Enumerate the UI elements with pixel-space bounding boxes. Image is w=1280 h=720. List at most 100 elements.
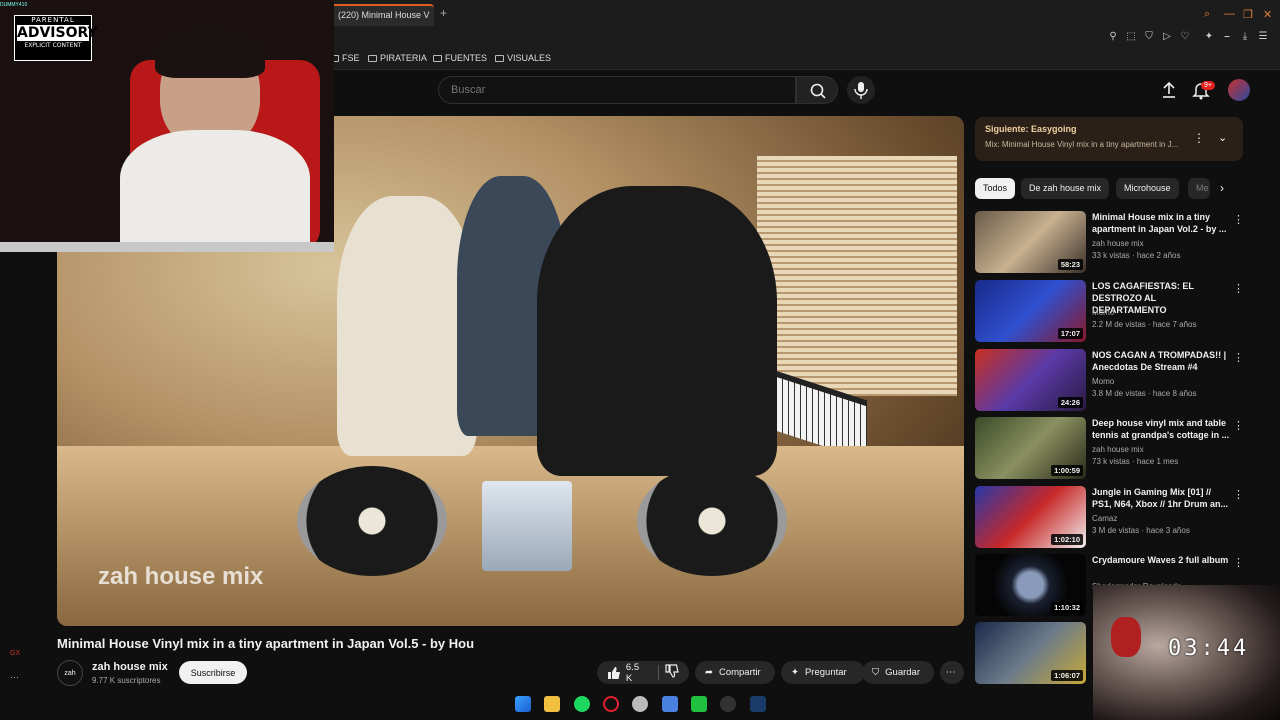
subscriber-count: 9.77 K suscriptores (92, 676, 161, 685)
duration-badge: 1:02:10 (1051, 534, 1083, 545)
duration-badge: 24:26 (1057, 397, 1083, 408)
snapshot-icon[interactable]: ⬚ (1124, 31, 1138, 42)
bookmark-icon: ⛉ (872, 667, 880, 678)
share-icon: ➦ (705, 667, 713, 678)
list-item[interactable]: 1:02:10 Jungle in Gaming Mix [01] // PS1… (975, 486, 1245, 550)
channel-avatar[interactable]: zah (57, 660, 83, 686)
bookmark-visuales[interactable]: VISUALES (495, 53, 551, 63)
list-item[interactable]: 24:26 NOS CAGAN A TROMPADAS!! | Anecdota… (975, 349, 1245, 413)
minimize-icon[interactable]: — (1224, 8, 1235, 20)
rec-title: Minimal House mix in a tiny apartment in… (1092, 212, 1227, 234)
rec-meta: 73 k vistas · hace 1 mes (1092, 457, 1179, 466)
parental-advisory-logo: PARENTAL ADVISORY EXPLICIT CONTENT (14, 15, 98, 61)
skull-eye (1111, 617, 1141, 657)
thumbnail: 17:07 (975, 280, 1086, 342)
scene-turntable (297, 466, 447, 576)
rec-channel: Momo (1092, 377, 1115, 386)
ask-label: Preguntar (804, 667, 847, 678)
rec-channel: zah house mix (1092, 445, 1144, 454)
rec-meta: 3 M de vistas · hace 3 años (1092, 526, 1190, 535)
download-icon[interactable]: ⤓ (1238, 31, 1252, 42)
more-icon[interactable]: ⋯ (10, 672, 19, 683)
duration-badge: 1:00:59 (1051, 465, 1083, 476)
app-icon[interactable] (691, 696, 707, 712)
shield-icon[interactable]: ⛉ (1142, 31, 1156, 42)
like-count: 6.5 K (625, 661, 640, 684)
bookmark-label: FSE (342, 53, 360, 63)
kebab-icon[interactable]: ⋮ (1193, 131, 1205, 145)
bookmark-label: PIRATERIA (380, 53, 427, 63)
obs-icon[interactable] (632, 696, 648, 712)
thumbnail: 58:23 (975, 211, 1086, 273)
rec-channel: zah house mix (1092, 239, 1144, 248)
notification-badge: 9+ (1201, 81, 1215, 90)
rec-meta: 2.2 M de vistas · hace 7 años (1092, 320, 1197, 329)
logo-text: ADVISORY (17, 25, 98, 41)
rec-title: Crydamoure Waves 2 full album (1092, 555, 1229, 565)
search-input[interactable] (438, 76, 796, 104)
opera-gx-icon[interactable] (603, 696, 619, 712)
upload-button[interactable] (1160, 80, 1178, 100)
folder-icon (368, 54, 377, 62)
app-icon[interactable] (662, 696, 678, 712)
avatar[interactable] (1228, 79, 1250, 101)
like-button[interactable]: 6.5 K (607, 662, 648, 684)
kebab-icon[interactable]: ⋮ (1233, 282, 1244, 295)
bookmark-fse[interactable]: FSE (330, 53, 360, 63)
chip-todos[interactable]: Todos (975, 178, 1016, 199)
ask-button[interactable]: ✦ Preguntar (781, 661, 865, 684)
thumbnail: 1:00:59 (975, 417, 1086, 479)
bookmark-pirateria[interactable]: PIRATERIA (368, 53, 427, 63)
kebab-icon[interactable]: ⋮ (1233, 556, 1244, 569)
chevron-right-icon[interactable]: › (1220, 181, 1224, 195)
bookmark-fuentes[interactable]: FUENTES (433, 53, 487, 63)
menu-icon[interactable]: ☰ (1256, 31, 1270, 42)
scene-blinds (757, 156, 957, 396)
history-icon[interactable]: ⎯ (1220, 31, 1234, 42)
voice-search-button[interactable] (847, 76, 875, 104)
channel-name[interactable]: zah house mix (92, 661, 168, 673)
countdown-timer: 03:44 (1168, 636, 1250, 661)
windows-start-icon[interactable] (515, 696, 531, 712)
pin-icon[interactable]: ⚲ (1106, 31, 1120, 42)
chip-microhouse[interactable]: Microhouse (1116, 178, 1179, 199)
maximize-icon[interactable]: ❐ (1243, 8, 1253, 21)
extensions-icon[interactable]: ✦ (1202, 31, 1216, 42)
logo-text: EXPLICIT CONTENT (24, 42, 82, 49)
more-actions-button[interactable]: ⋯ (940, 661, 964, 684)
chip-channel[interactable]: De zah house mix (1021, 178, 1110, 199)
duration-badge: 1:06:07 (1051, 670, 1083, 681)
rec-channel: Camaz (1092, 514, 1118, 523)
heart-icon[interactable]: ♡ (1178, 31, 1192, 42)
file-explorer-icon[interactable] (544, 696, 560, 712)
folder-icon (433, 54, 442, 62)
microphone-icon (854, 82, 868, 99)
spotify-icon[interactable] (574, 696, 590, 712)
dislike-button[interactable] (665, 664, 679, 681)
list-item[interactable]: 58:23 Minimal House mix in a tiny apartm… (975, 211, 1245, 275)
steam-icon[interactable] (750, 696, 766, 712)
list-item[interactable]: 1:00:59 Deep house vinyl mix and table t… (975, 417, 1245, 481)
bookmark-label: VISUALES (507, 53, 552, 63)
search-tabs-icon[interactable]: ⌕ (1204, 8, 1210, 21)
chevron-down-icon[interactable]: ⌄ (1218, 131, 1227, 144)
duration-badge: 17:07 (1057, 328, 1083, 339)
facecam-taskbar (0, 242, 334, 252)
kebab-icon[interactable]: ⋮ (1233, 419, 1244, 432)
new-tab-button[interactable]: + (440, 6, 447, 20)
kebab-icon[interactable]: ⋮ (1233, 213, 1244, 226)
search-button[interactable] (796, 76, 838, 104)
chip-more[interactable]: Me (1188, 178, 1210, 199)
app-icon[interactable] (720, 696, 736, 712)
list-item[interactable]: 17:07 LOS CAGAFIESTAS: EL DESTROZO AL DE… (975, 280, 1245, 344)
share-button[interactable]: ➦ Compartir (695, 661, 775, 684)
tab-active[interactable]: (220) Minimal House V (330, 4, 434, 26)
kebab-icon[interactable]: ⋮ (1233, 488, 1244, 501)
save-button[interactable]: ⛉ Guardar (862, 661, 934, 684)
subscribe-button[interactable]: Suscribirse (179, 661, 247, 684)
play-icon[interactable]: ▷ (1160, 31, 1174, 42)
streamer-hair (155, 28, 265, 78)
more-icon: ⋯ (946, 667, 956, 678)
kebab-icon[interactable]: ⋮ (1233, 351, 1244, 364)
close-icon[interactable]: ✕ (1263, 8, 1272, 21)
